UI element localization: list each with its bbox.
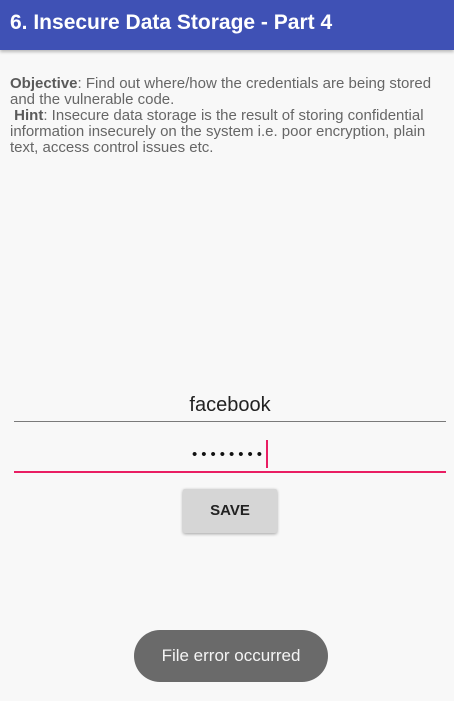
page-title: 6. Insecure Data Storage - Part 4 [10,11,333,34]
hint-text: : Insecure data storage is the result of… [10,107,426,156]
username-value: facebook [189,394,271,416]
hint-label: Hint [14,107,44,124]
objective-paragraph: Objective: Find out where/how the creden… [10,76,446,108]
password-field[interactable]: •••••••• [14,431,446,473]
text-cursor [266,440,268,468]
app-bar: 6. Insecure Data Storage - Part 4 [0,0,454,50]
password-value-wrap: •••••••• [14,440,446,468]
description-block: Objective: Find out where/how the creden… [10,76,446,156]
save-button[interactable]: SAVE [183,489,277,533]
hint-paragraph: Hint: Insecure data storage is the resul… [10,108,446,156]
toast-message: File error occurred [134,630,328,682]
username-field[interactable]: facebook [14,381,446,422]
password-value: •••••••• [191,445,266,463]
objective-label: Objective [10,75,78,92]
